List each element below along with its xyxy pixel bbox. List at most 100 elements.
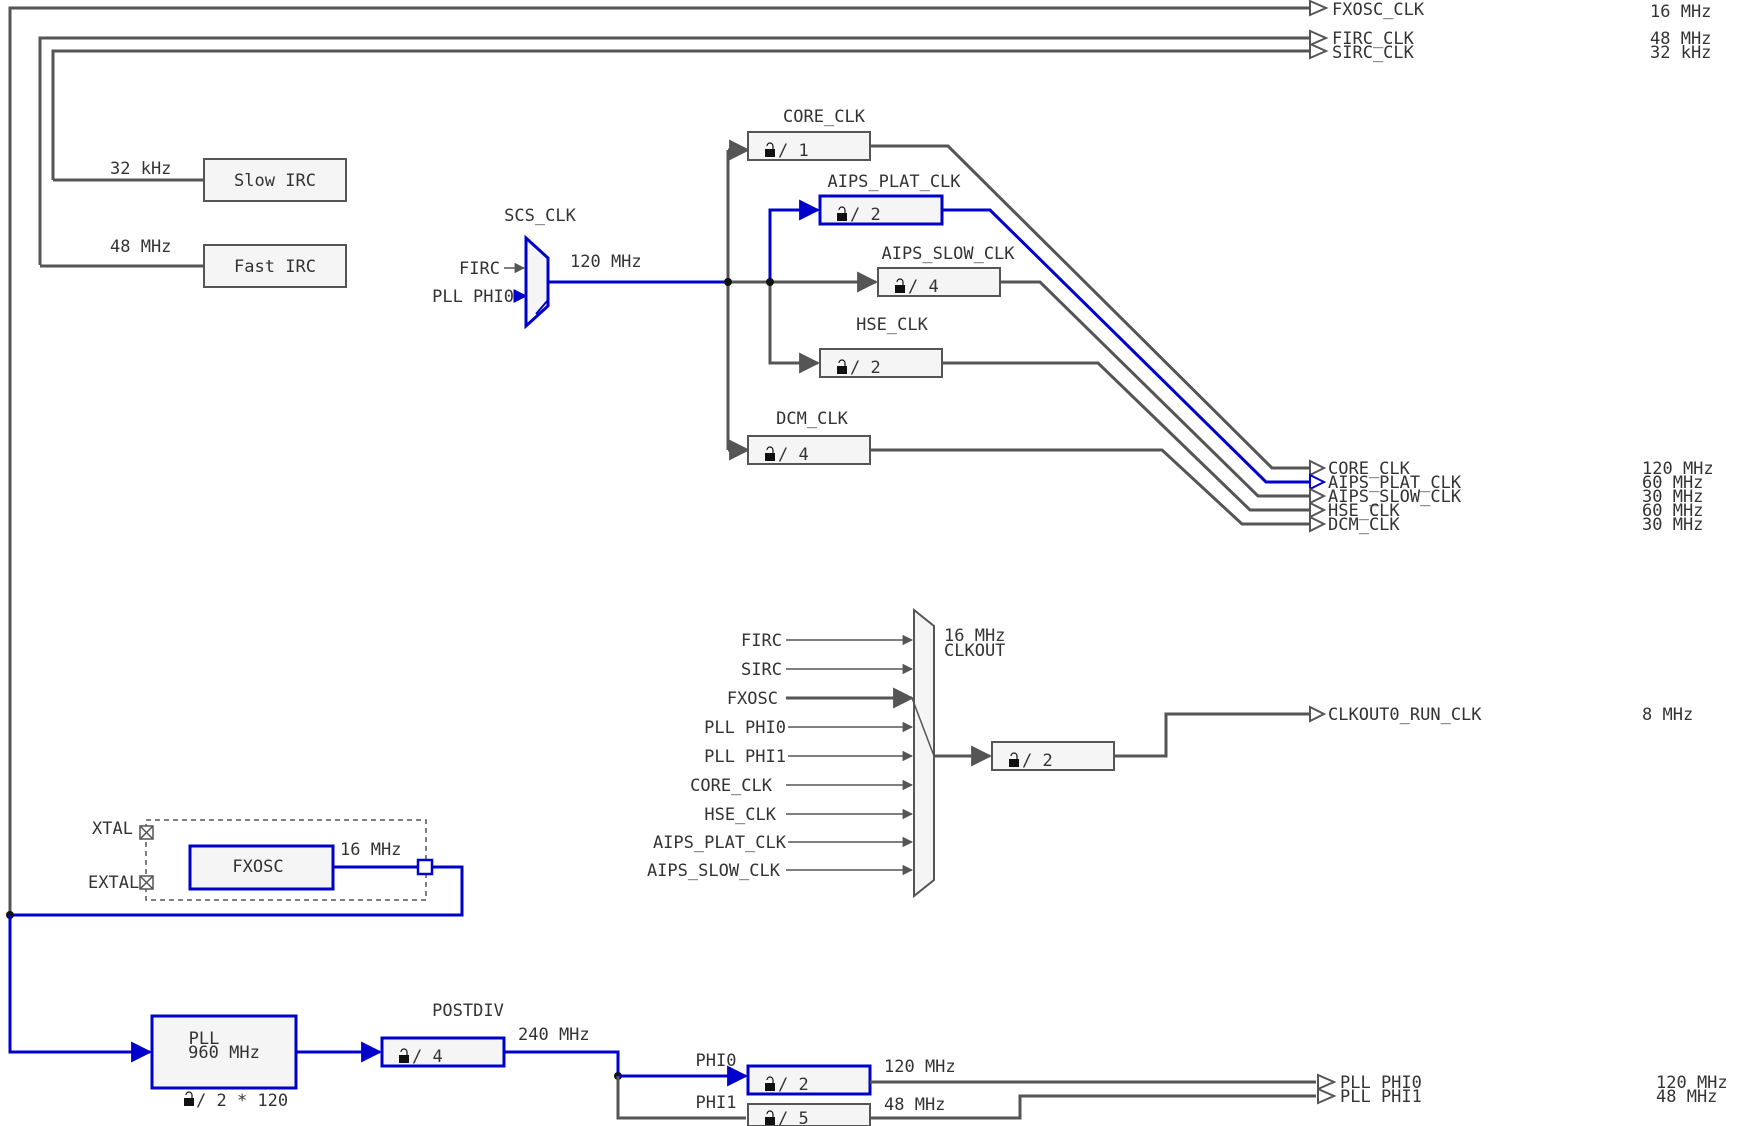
output-freq: 30 MHz — [1642, 515, 1703, 535]
divider-value: / 4 — [412, 1047, 443, 1067]
clkout-input-pll-phi0[interactable]: PLL PHI0 — [704, 718, 914, 738]
clock-diagram: FXOSC_CLK 16 MHz FIRC_CLK 48 MHz SIRC_CL… — [6, 0, 1728, 1126]
clkout-input-hse-clk[interactable]: HSE_CLK — [704, 805, 914, 825]
divider-name: DCM_CLK — [776, 409, 848, 429]
divider-name: AIPS_PLAT_CLK — [827, 172, 961, 192]
sirc-clk-output[interactable]: SIRC_CLK 32 kHz — [1309, 42, 1711, 63]
clkout-inputs: FIRC SIRC FXOSC PLL PHI0 PLL PHI1 CORE_C… — [647, 631, 935, 881]
phi0-block[interactable]: PHI0 / 2 120 MHz — [618, 1051, 1316, 1096]
postdiv-label: POSTDIV — [432, 1001, 504, 1021]
output-arrow-icon — [1309, 0, 1329, 17]
extal-pin-icon[interactable] — [139, 875, 154, 890]
clkout-input-core-clk[interactable]: CORE_CLK — [690, 776, 914, 796]
output-freq: 48 MHz — [1656, 1087, 1717, 1107]
slow-irc-freq: 32 kHz — [110, 159, 171, 179]
clkout-input-pll-phi1[interactable]: PLL PHI1 — [704, 747, 914, 767]
output-arrow-icon — [1317, 1087, 1337, 1105]
divider-value: / 2 — [778, 1075, 809, 1095]
xtal-label: XTAL — [92, 819, 133, 839]
lock-icon — [183, 1091, 195, 1107]
clkout0-run-clk-output[interactable]: CLKOUT0_RUN_CLK 8 MHz — [1309, 705, 1693, 725]
postdiv-block[interactable]: POSTDIV / 4 240 MHz — [296, 1001, 622, 1080]
extal-label: EXTAL — [88, 873, 139, 893]
divider-name: HSE_CLK — [856, 315, 928, 335]
divider-aips-plat-clk[interactable]: AIPS_PLAT_CLK / 2 — [818, 172, 961, 226]
fast-irc-freq: 48 MHz — [110, 237, 171, 257]
output-label: FXOSC_CLK — [1332, 0, 1425, 20]
divider-value: / 2 — [850, 205, 881, 225]
divider-dcm-clk[interactable]: DCM_CLK / 4 — [747, 409, 871, 465]
clkout-input-label: CORE_CLK — [690, 776, 773, 796]
output-arrow-icon — [1309, 29, 1329, 47]
clkout-input-label: PLL PHI0 — [704, 718, 786, 738]
clkout-input-label: FXOSC — [727, 689, 778, 709]
divider-value: / 2 — [1022, 751, 1053, 771]
divider-value: / 2 — [850, 358, 881, 378]
divider-value: / 4 — [908, 277, 939, 297]
clkout-input-aips-plat-clk[interactable]: AIPS_PLAT_CLK — [653, 833, 914, 853]
divider-name: CORE_CLK — [783, 107, 866, 127]
phi1-freq: 48 MHz — [884, 1095, 945, 1115]
bus-output-dcm-clk[interactable]: DCM_CLK 30 MHz — [1309, 515, 1703, 535]
scs-input-firc: FIRC — [459, 259, 500, 279]
output-arrow-icon — [1309, 487, 1327, 505]
divider-value: / 5 — [778, 1109, 809, 1126]
phi1-label: PHI1 — [696, 1093, 737, 1113]
output-arrow-icon — [1309, 42, 1329, 60]
divider-hse-clk[interactable]: HSE_CLK / 2 — [819, 315, 943, 378]
clkout-input-firc[interactable]: FIRC — [741, 631, 914, 651]
scs-input-pll-phi0: PLL PHI0 — [432, 287, 514, 307]
fxosc-label: FXOSC — [232, 857, 283, 877]
output-label: CLKOUT0_RUN_CLK — [1328, 705, 1482, 725]
clkout-label: CLKOUT — [944, 641, 1005, 661]
output-arrow-icon — [1309, 705, 1327, 723]
clkout-input-label: AIPS_PLAT_CLK — [653, 833, 787, 853]
scs-mux[interactable]: SCS_CLK FIRC PLL PHI0 120 MHz — [432, 206, 642, 330]
output-freq: 32 kHz — [1650, 43, 1711, 63]
output-label: DCM_CLK — [1328, 515, 1400, 535]
divider-name: AIPS_SLOW_CLK — [881, 244, 1015, 264]
phi0-freq: 120 MHz — [884, 1057, 956, 1077]
pll-mult: / 2 * 120 — [196, 1091, 288, 1111]
clkout-input-aips-slow-clk[interactable]: AIPS_SLOW_CLK — [647, 861, 914, 881]
output-freq: 8 MHz — [1642, 705, 1693, 725]
clkout-input-sirc[interactable]: SIRC — [741, 660, 914, 680]
phi0-label: PHI0 — [696, 1051, 737, 1071]
bus-outputs: CORE_CLK 120 MHz AIPS_PLAT_CLK 60 MHz AI… — [1309, 459, 1714, 535]
clkout-input-fxosc[interactable]: FXOSC — [727, 687, 915, 709]
fast-irc-label: Fast IRC — [234, 257, 316, 277]
clkout-divider[interactable]: / 2 — [934, 712, 1310, 771]
output-freq: 16 MHz — [1650, 2, 1711, 22]
output-label: SIRC_CLK — [1332, 43, 1415, 63]
output-arrow-icon — [1309, 473, 1327, 491]
divider-core-clk[interactable]: CORE_CLK / 1 — [747, 107, 871, 161]
divider-aips-slow-clk[interactable]: AIPS_SLOW_CLK / 4 — [877, 244, 1015, 297]
output-arrow-icon — [1309, 459, 1327, 477]
clkout-input-label: SIRC — [741, 660, 782, 680]
fxosc-block[interactable]: XTAL EXTAL FXOSC 16 MHz — [6, 819, 464, 919]
fxosc-clk-output[interactable]: FXOSC_CLK 16 MHz — [1309, 0, 1711, 22]
divider-value: / 1 — [778, 141, 809, 161]
postdiv-freq: 240 MHz — [518, 1025, 590, 1045]
pll-block[interactable]: PLL 960 MHz / 2 * 120 — [8, 915, 298, 1111]
fxosc-output-port-icon[interactable] — [416, 858, 434, 876]
divider-value: / 4 — [778, 445, 809, 465]
fxosc-freq: 16 MHz — [340, 840, 401, 860]
xtal-pin-icon[interactable] — [139, 825, 154, 840]
clkout-input-label: PLL PHI1 — [704, 747, 786, 767]
scs-label: SCS_CLK — [504, 206, 576, 226]
slow-irc-block[interactable]: 32 kHz Slow IRC — [53, 158, 347, 202]
pll-freq: 960 MHz — [188, 1043, 260, 1063]
fast-irc-block[interactable]: 48 MHz Fast IRC — [40, 237, 347, 288]
output-arrow-icon — [1317, 1073, 1337, 1091]
output-arrow-icon — [1309, 515, 1327, 533]
output-arrow-icon — [1309, 501, 1327, 519]
clkout-input-label: AIPS_SLOW_CLK — [647, 861, 781, 881]
clkout-input-label: HSE_CLK — [704, 805, 776, 825]
output-label: PLL PHI1 — [1340, 1087, 1422, 1107]
pll-phi1-output[interactable]: PLL PHI1 48 MHz — [1317, 1087, 1717, 1107]
clkout-mux-shape — [913, 607, 935, 899]
slow-irc-label: Slow IRC — [234, 171, 316, 191]
scs-freq: 120 MHz — [570, 252, 642, 272]
clkout-input-label: FIRC — [741, 631, 782, 651]
